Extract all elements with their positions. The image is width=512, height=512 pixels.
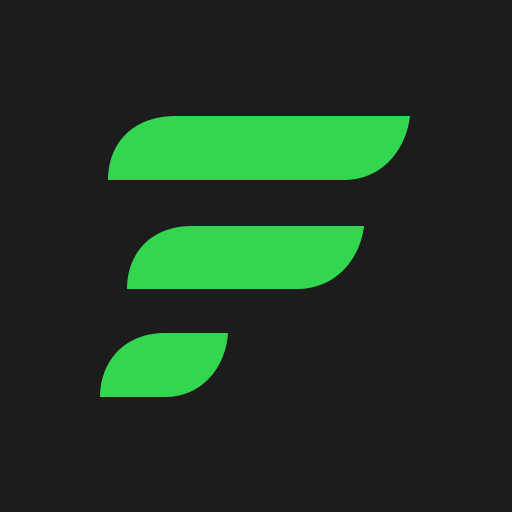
- app-icon: [0, 0, 512, 512]
- f-logo-icon: [100, 116, 410, 397]
- logo-mark: [100, 116, 410, 397]
- logo-stripe-top: [108, 116, 410, 180]
- logo-stripe-middle: [127, 226, 364, 289]
- logo-stripe-bottom: [100, 333, 228, 397]
